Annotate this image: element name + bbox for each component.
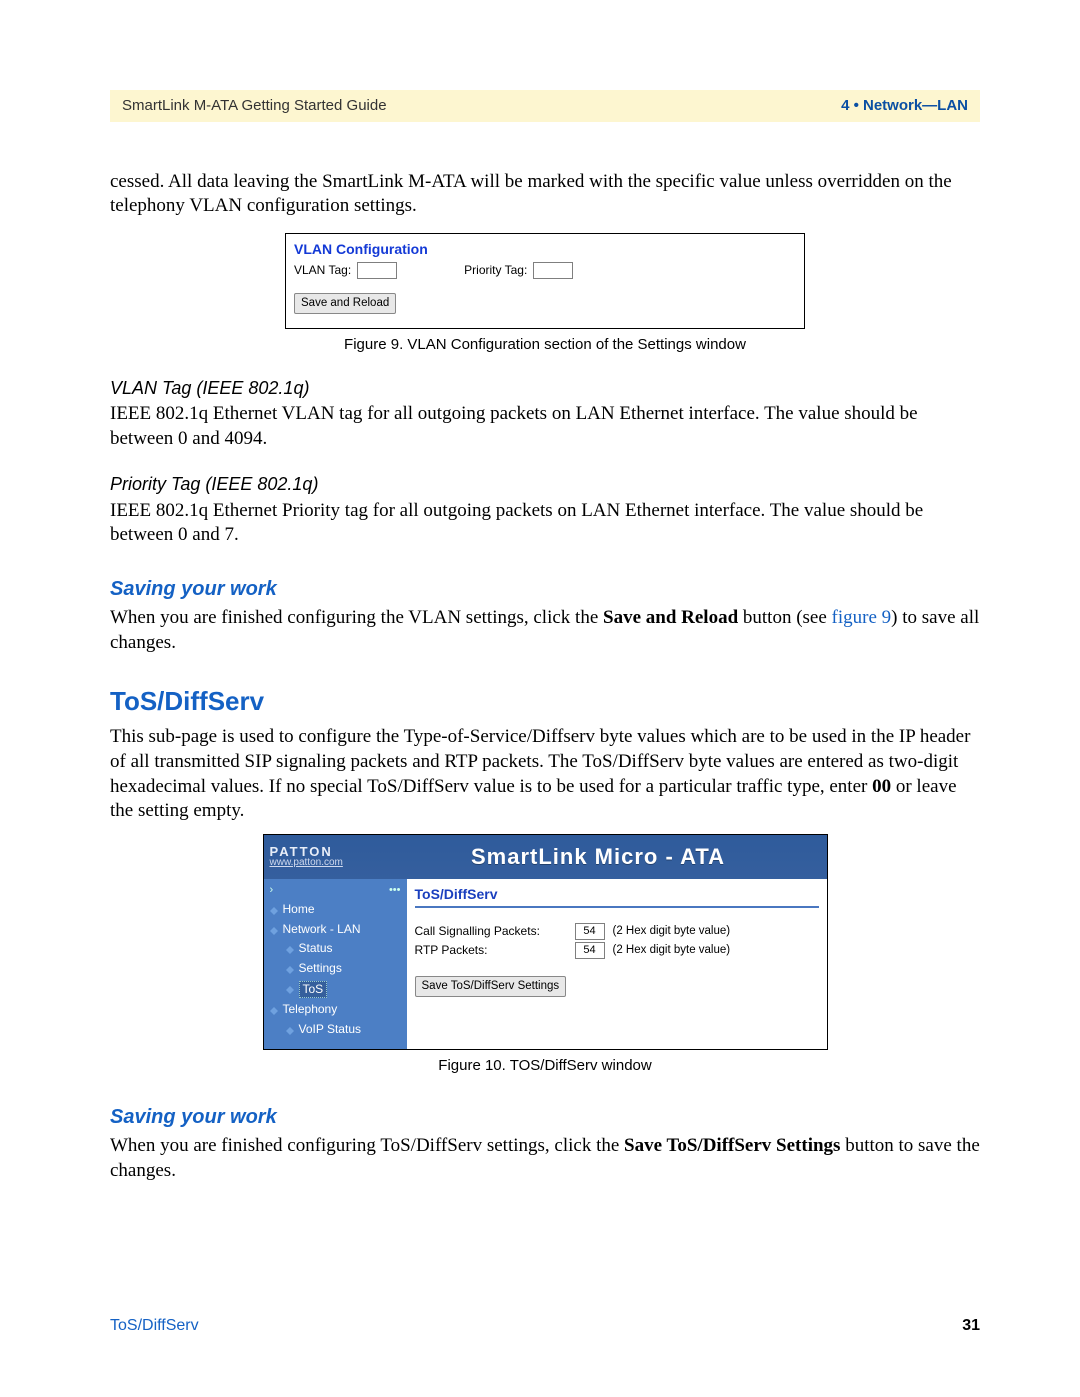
patton-logo-block: PATTON www.patton.com xyxy=(270,842,366,872)
nav-status-label: Status xyxy=(299,941,333,957)
vlan-tag-label: VLAN Tag: xyxy=(294,263,351,279)
priority-tag-heading: Priority Tag (IEEE 802.1q) xyxy=(110,473,980,496)
page-footer: ToS/DiffServ 31 xyxy=(110,1316,980,1337)
saving-body-2: When you are finished configuring ToS/Di… xyxy=(110,1134,980,1183)
tosdiffserv-panel: ToS/DiffServ Call Signalling Packets: 54… xyxy=(407,879,827,1049)
nav-telephony-label: Telephony xyxy=(283,1002,338,1018)
tosdiffserv-body: This sub-page is used to configure the T… xyxy=(110,725,980,824)
save-tos-diffserv-button[interactable]: Save ToS/DiffServ Settings xyxy=(415,976,567,997)
call-signalling-label: Call Signalling Packets: xyxy=(415,924,575,940)
saving-heading-1: Saving your work xyxy=(110,576,980,602)
figure-9-link[interactable]: figure 9 xyxy=(832,607,892,628)
nav-menu-icon[interactable]: ••• xyxy=(389,883,401,897)
nav-telephony[interactable]: Telephony xyxy=(264,1000,407,1020)
panel-title: ToS/DiffServ xyxy=(415,885,819,908)
nav-settings-label: Settings xyxy=(299,961,342,977)
nav-tos[interactable]: ToS xyxy=(264,979,407,1001)
vlan-tag-input[interactable] xyxy=(357,262,397,279)
diamond-icon xyxy=(270,1003,278,1011)
diamond-icon xyxy=(270,903,278,911)
page-header: SmartLink M-ATA Getting Started Guide 4 … xyxy=(110,90,980,122)
product-title: SmartLink Micro - ATA xyxy=(376,843,821,872)
nav-voip-label: VoIP Status xyxy=(299,1022,362,1038)
diamond-icon xyxy=(286,982,294,990)
diamond-icon xyxy=(286,962,294,970)
tos-body-before: This sub-page is used to configure the T… xyxy=(110,726,970,796)
save-and-reload-button[interactable]: Save and Reload xyxy=(294,293,396,314)
nav-network-lan[interactable]: Network - LAN xyxy=(264,920,407,940)
vlan-tag-body: IEEE 802.1q Ethernet VLAN tag for all ou… xyxy=(110,402,980,451)
tos-body-bold: 00 xyxy=(872,776,891,797)
footer-page-number: 31 xyxy=(962,1316,980,1337)
nav-home[interactable]: Home xyxy=(264,900,407,920)
nav-voip-status[interactable]: VoIP Status xyxy=(264,1020,407,1040)
patton-url[interactable]: www.patton.com xyxy=(270,858,366,868)
vlan-tag-heading: VLAN Tag (IEEE 802.1q) xyxy=(110,377,980,400)
rtp-packets-row: RTP Packets: 54 (2 Hex digit byte value) xyxy=(415,941,819,960)
diamond-icon xyxy=(286,1023,294,1031)
nav-status[interactable]: Status xyxy=(264,939,407,959)
footer-section: ToS/DiffServ xyxy=(110,1316,199,1337)
rtp-packets-input[interactable]: 54 xyxy=(575,942,605,959)
priority-tag-label: Priority Tag: xyxy=(464,263,527,279)
saving2-bold: Save ToS/DiffServ Settings xyxy=(624,1135,840,1156)
call-signalling-row: Call Signalling Packets: 54 (2 Hex digit… xyxy=(415,922,819,941)
diamond-icon xyxy=(270,923,278,931)
saving-heading-2: Saving your work xyxy=(110,1104,980,1130)
header-guide-title: SmartLink M-ATA Getting Started Guide xyxy=(122,96,387,116)
nav-settings[interactable]: Settings xyxy=(264,959,407,979)
vlan-config-figure: VLAN Configuration VLAN Tag: Priority Ta… xyxy=(285,233,805,329)
intro-paragraph: cessed. All data leaving the SmartLink M… xyxy=(110,170,980,219)
tosdiffserv-figure: PATTON www.patton.com SmartLink Micro - … xyxy=(263,834,828,1050)
header-section-label: 4 • Network—LAN xyxy=(841,96,968,116)
priority-tag-input[interactable] xyxy=(533,262,573,279)
priority-tag-body: IEEE 802.1q Ethernet Priority tag for al… xyxy=(110,499,980,548)
call-signalling-input[interactable]: 54 xyxy=(575,923,605,940)
fig10-header: PATTON www.patton.com SmartLink Micro - … xyxy=(264,835,827,879)
saving1-bold: Save and Reload xyxy=(603,607,738,628)
figure-9-caption: Figure 9. VLAN Configuration section of … xyxy=(110,335,980,355)
saving-body-1: When you are finished configuring the VL… xyxy=(110,606,980,655)
rtp-packets-hint: (2 Hex digit byte value) xyxy=(613,943,731,958)
tosdiffserv-heading: ToS/DiffServ xyxy=(110,685,980,719)
nav-expand-icon[interactable]: › xyxy=(270,883,274,897)
saving1-text-before: When you are finished configuring the VL… xyxy=(110,607,603,628)
saving1-text-mid: button (see xyxy=(738,607,831,628)
saving2-text-before: When you are finished configuring ToS/Di… xyxy=(110,1135,624,1156)
nav-tos-label: ToS xyxy=(299,981,328,999)
nav-home-label: Home xyxy=(283,902,315,918)
figure-10-caption: Figure 10. TOS/DiffServ window xyxy=(110,1056,980,1076)
call-signalling-hint: (2 Hex digit byte value) xyxy=(613,924,731,939)
rtp-packets-label: RTP Packets: xyxy=(415,943,575,959)
nav-sidebar: › ••• Home Network - LAN Status Settings… xyxy=(264,879,407,1049)
nav-network-label: Network - LAN xyxy=(283,922,361,938)
diamond-icon xyxy=(286,942,294,950)
vlan-config-title: VLAN Configuration xyxy=(294,240,796,258)
